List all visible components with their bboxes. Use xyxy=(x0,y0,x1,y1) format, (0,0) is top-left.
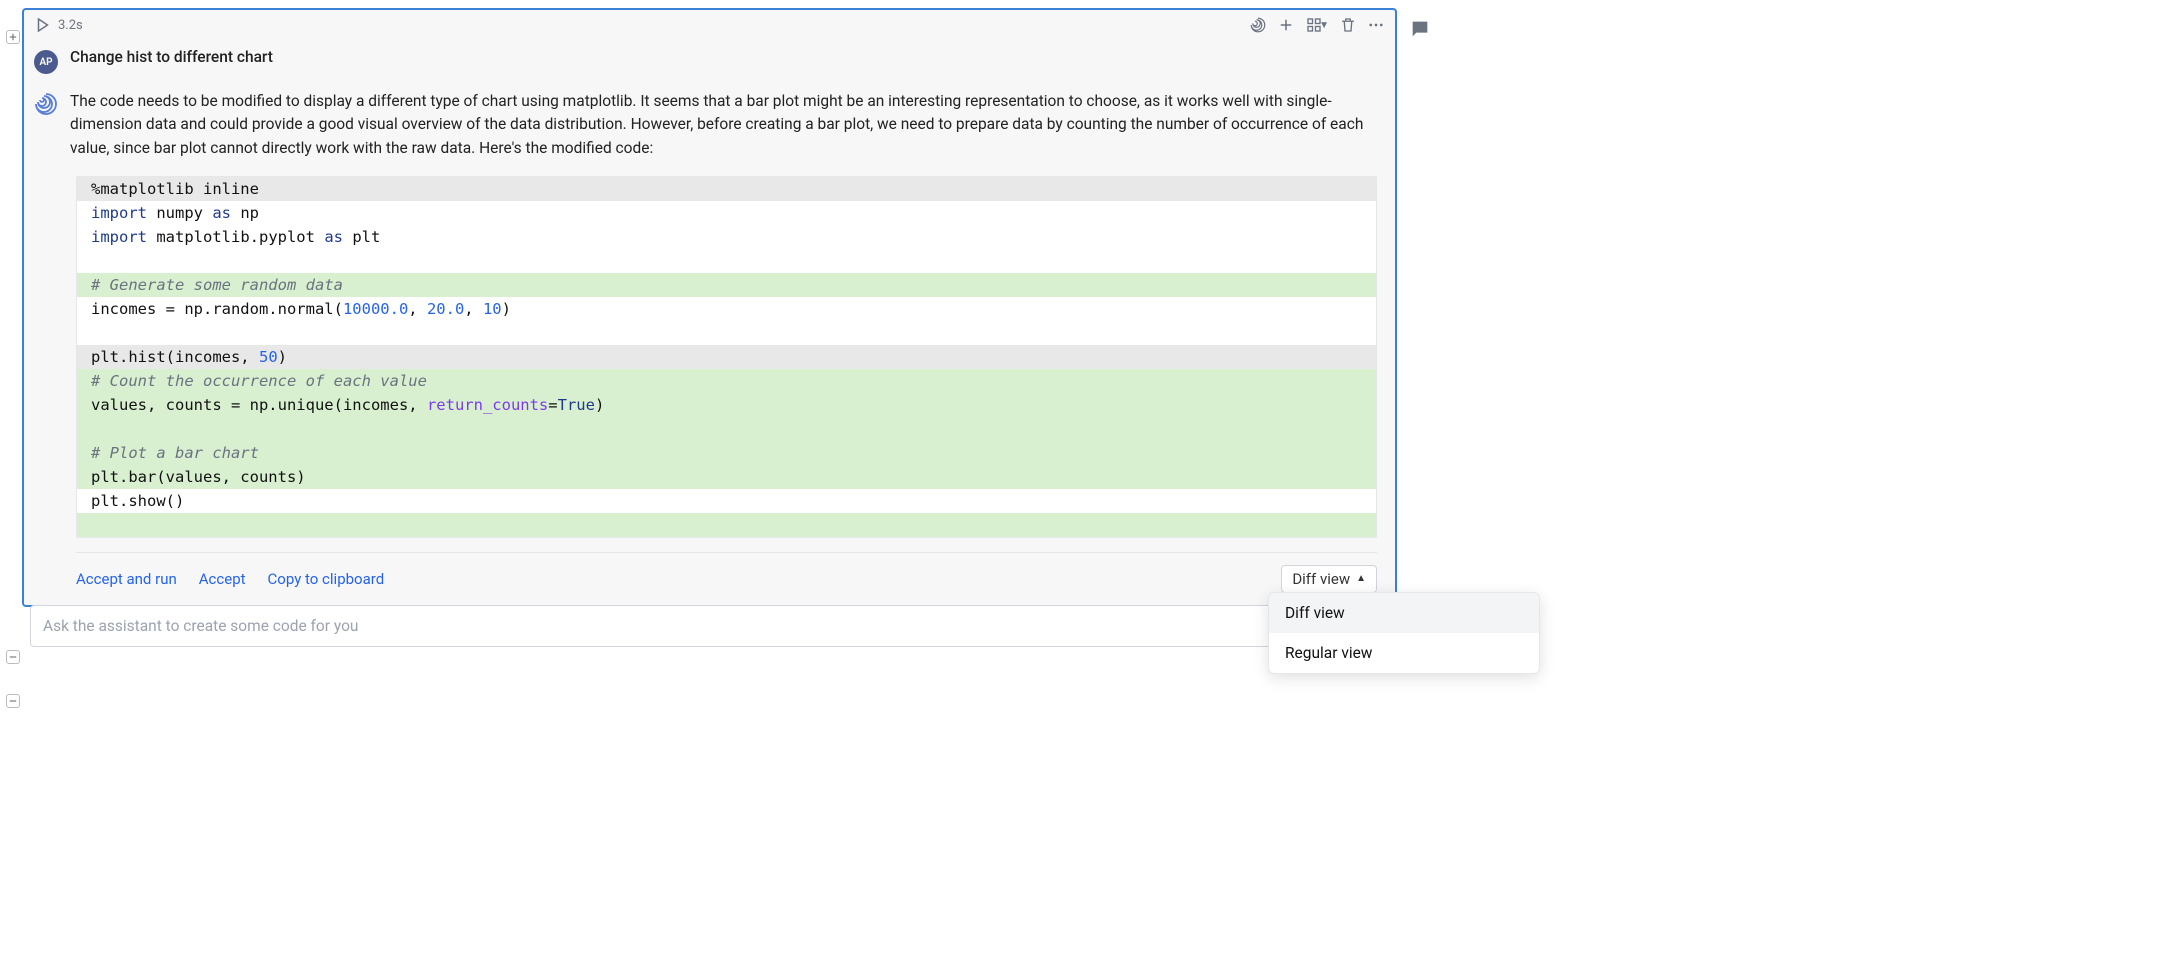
code-line: import numpy as np xyxy=(77,201,1376,225)
copy-to-clipboard-button[interactable]: Copy to clipboard xyxy=(268,570,385,588)
suggestion-actions: Accept and run Accept Copy to clipboard … xyxy=(76,552,1377,593)
code-line-removed: plt.hist(incomes, 50) xyxy=(77,345,1376,369)
assistant-response-text: The code needs to be modified to display… xyxy=(70,90,1377,160)
code-line-added xyxy=(77,513,1376,537)
comment-icon[interactable] xyxy=(1409,18,1431,44)
code-line-removed: %matplotlib inline xyxy=(77,177,1376,201)
gutter-fold-toggle[interactable] xyxy=(6,650,20,664)
code-line: plt.show() xyxy=(77,489,1376,513)
code-diff-block: %matplotlib inline import numpy as np im… xyxy=(76,176,1377,538)
view-mode-label: Diff view xyxy=(1292,570,1350,588)
code-line-added: plt.bar(values, counts) xyxy=(77,465,1376,489)
user-message-row: AP Change hist to different chart xyxy=(24,38,1395,80)
view-mode-dropdown[interactable]: Diff view ▲ xyxy=(1281,565,1377,593)
code-line-added: # Count the occurrence of each value xyxy=(77,369,1376,393)
menu-item-regular-view[interactable]: Regular view xyxy=(1269,633,1539,673)
user-avatar: AP xyxy=(34,50,58,74)
code-line-added xyxy=(77,417,1376,441)
code-line-added: # Plot a bar chart xyxy=(77,441,1376,465)
assistant-avatar-icon xyxy=(34,92,58,116)
cell-header: 3.2s ▼ xyxy=(24,10,1395,38)
caret-up-icon: ▲ xyxy=(1356,573,1366,584)
add-cell-icon[interactable] xyxy=(1277,16,1295,34)
code-line xyxy=(77,321,1376,345)
code-line-added: values, counts = np.unique(incomes, retu… xyxy=(77,393,1376,417)
more-menu-icon[interactable] xyxy=(1367,16,1385,34)
notebook-cell: 3.2s ▼ AP Change hist to different chart xyxy=(22,8,1397,607)
assistant-message-row: The code needs to be modified to display… xyxy=(24,80,1395,166)
ai-spiral-icon[interactable] xyxy=(1249,16,1267,34)
menu-item-diff-view[interactable]: Diff view xyxy=(1269,593,1539,633)
prompt-placeholder: Ask the assistant to create some code fo… xyxy=(43,617,358,635)
delete-cell-icon[interactable] xyxy=(1339,16,1357,34)
accept-and-run-button[interactable]: Accept and run xyxy=(76,570,177,588)
code-line: import matplotlib.pyplot as plt xyxy=(77,225,1376,249)
assistant-prompt-input[interactable]: Ask the assistant to create some code fo… xyxy=(30,605,1389,647)
code-line xyxy=(77,249,1376,273)
gutter-fold-toggle[interactable] xyxy=(6,694,20,708)
gutter-fold-toggle[interactable] xyxy=(6,30,20,44)
run-time-label: 3.2s xyxy=(58,18,83,33)
code-line: incomes = np.random.normal(10000.0, 20.0… xyxy=(77,297,1376,321)
command-palette-icon[interactable]: ▼ xyxy=(1305,16,1329,34)
view-mode-menu: Diff view Regular view xyxy=(1268,592,1540,674)
run-cell-icon[interactable] xyxy=(34,16,52,34)
accept-button[interactable]: Accept xyxy=(199,570,246,588)
user-prompt-text: Change hist to different chart xyxy=(70,48,273,66)
code-line-added: # Generate some random data xyxy=(77,273,1376,297)
